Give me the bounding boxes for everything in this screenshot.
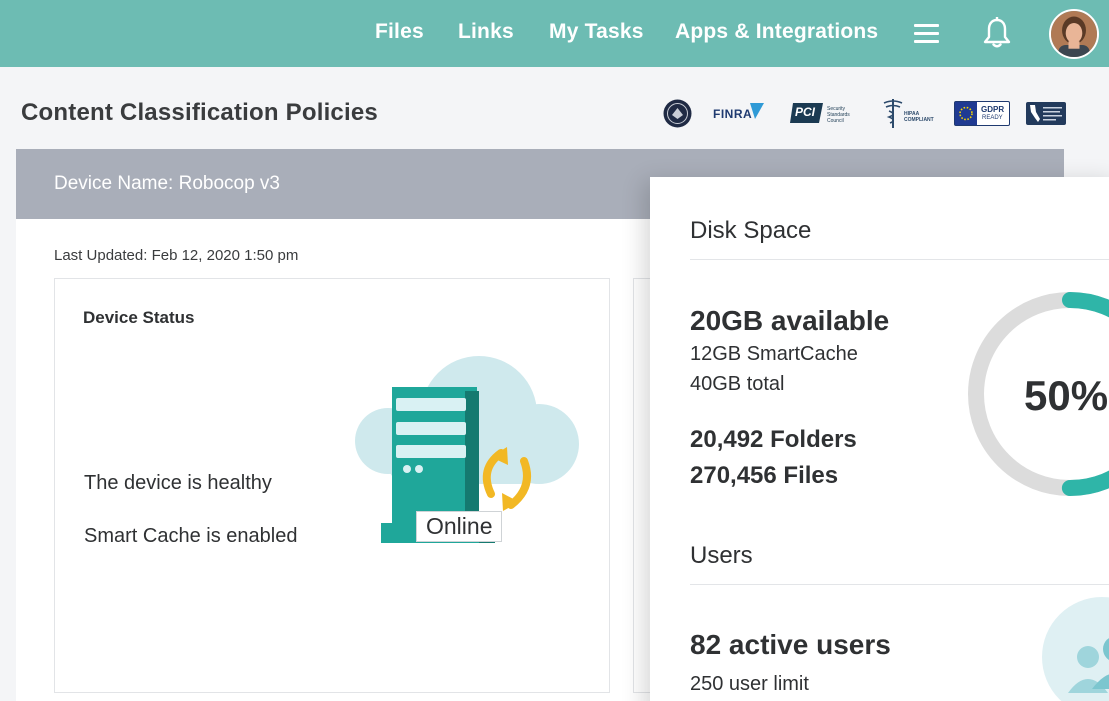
nav-links[interactable]: Links: [458, 20, 514, 44]
pci-logo: PCI Security Standards Council: [790, 100, 868, 126]
california-privacy-badge-icon: [1026, 102, 1066, 125]
finra-logo: FINRA: [713, 102, 765, 124]
disk-smartcache: 12GB SmartCache: [690, 343, 858, 365]
gdpr-label: GDPR: [981, 105, 1005, 114]
nav-my-tasks[interactable]: My Tasks: [549, 20, 644, 44]
disk-space-title: Disk Space: [690, 217, 812, 244]
users-divider: [690, 584, 1109, 585]
device-status-title: Device Status: [83, 308, 195, 327]
last-updated-text: Last Updated: Feb 12, 2020 1:50 pm: [54, 247, 299, 264]
gdpr-subtitle: READY: [982, 115, 1003, 121]
top-navigation-bar: Files Links My Tasks Apps & Integrations: [0, 0, 1109, 67]
device-status-card: Device Status The device is healthy Smar…: [54, 278, 610, 693]
hipaa-label: HIPAA COMPLIANT: [904, 111, 934, 123]
disk-total: 40GB total: [690, 373, 785, 395]
users-title: Users: [690, 542, 753, 569]
user-limit: 250 user limit: [690, 673, 809, 695]
folders-count: 20,492 Folders: [690, 426, 857, 453]
hamburger-menu-icon[interactable]: [914, 24, 939, 43]
active-users: 82 active users: [690, 629, 891, 660]
users-group-icon: [1042, 597, 1109, 701]
smart-cache-text: Smart Cache is enabled: [84, 525, 298, 547]
disk-usage-percent: 50%: [1024, 372, 1109, 419]
nav-files[interactable]: Files: [375, 20, 424, 44]
gdpr-badge: GDPR READY: [954, 101, 1010, 126]
files-count: 270,456 Files: [690, 462, 839, 489]
online-status-badge: Online: [416, 511, 503, 542]
finra-label: FINRA: [713, 107, 753, 121]
nav-apps-integrations[interactable]: Apps & Integrations: [675, 20, 878, 44]
device-healthy-text: The device is healthy: [84, 472, 272, 494]
pci-label: PCI: [795, 105, 816, 119]
bell-icon[interactable]: [982, 17, 1012, 49]
pci-subtitle: Security Standards Council: [827, 106, 850, 124]
user-avatar[interactable]: [1049, 9, 1099, 59]
page-title: Content Classification Policies: [21, 99, 378, 126]
device-name: Device Name: Robocop v3: [54, 173, 280, 194]
disk-divider: [690, 259, 1109, 260]
disk-available: 20GB available: [690, 305, 890, 336]
hipaa-logo: HIPAA COMPLIANT: [882, 97, 938, 129]
disk-users-popup: Disk Space 20GB available 12GB SmartCach…: [650, 177, 1109, 701]
seal-badge-icon: [663, 99, 692, 128]
